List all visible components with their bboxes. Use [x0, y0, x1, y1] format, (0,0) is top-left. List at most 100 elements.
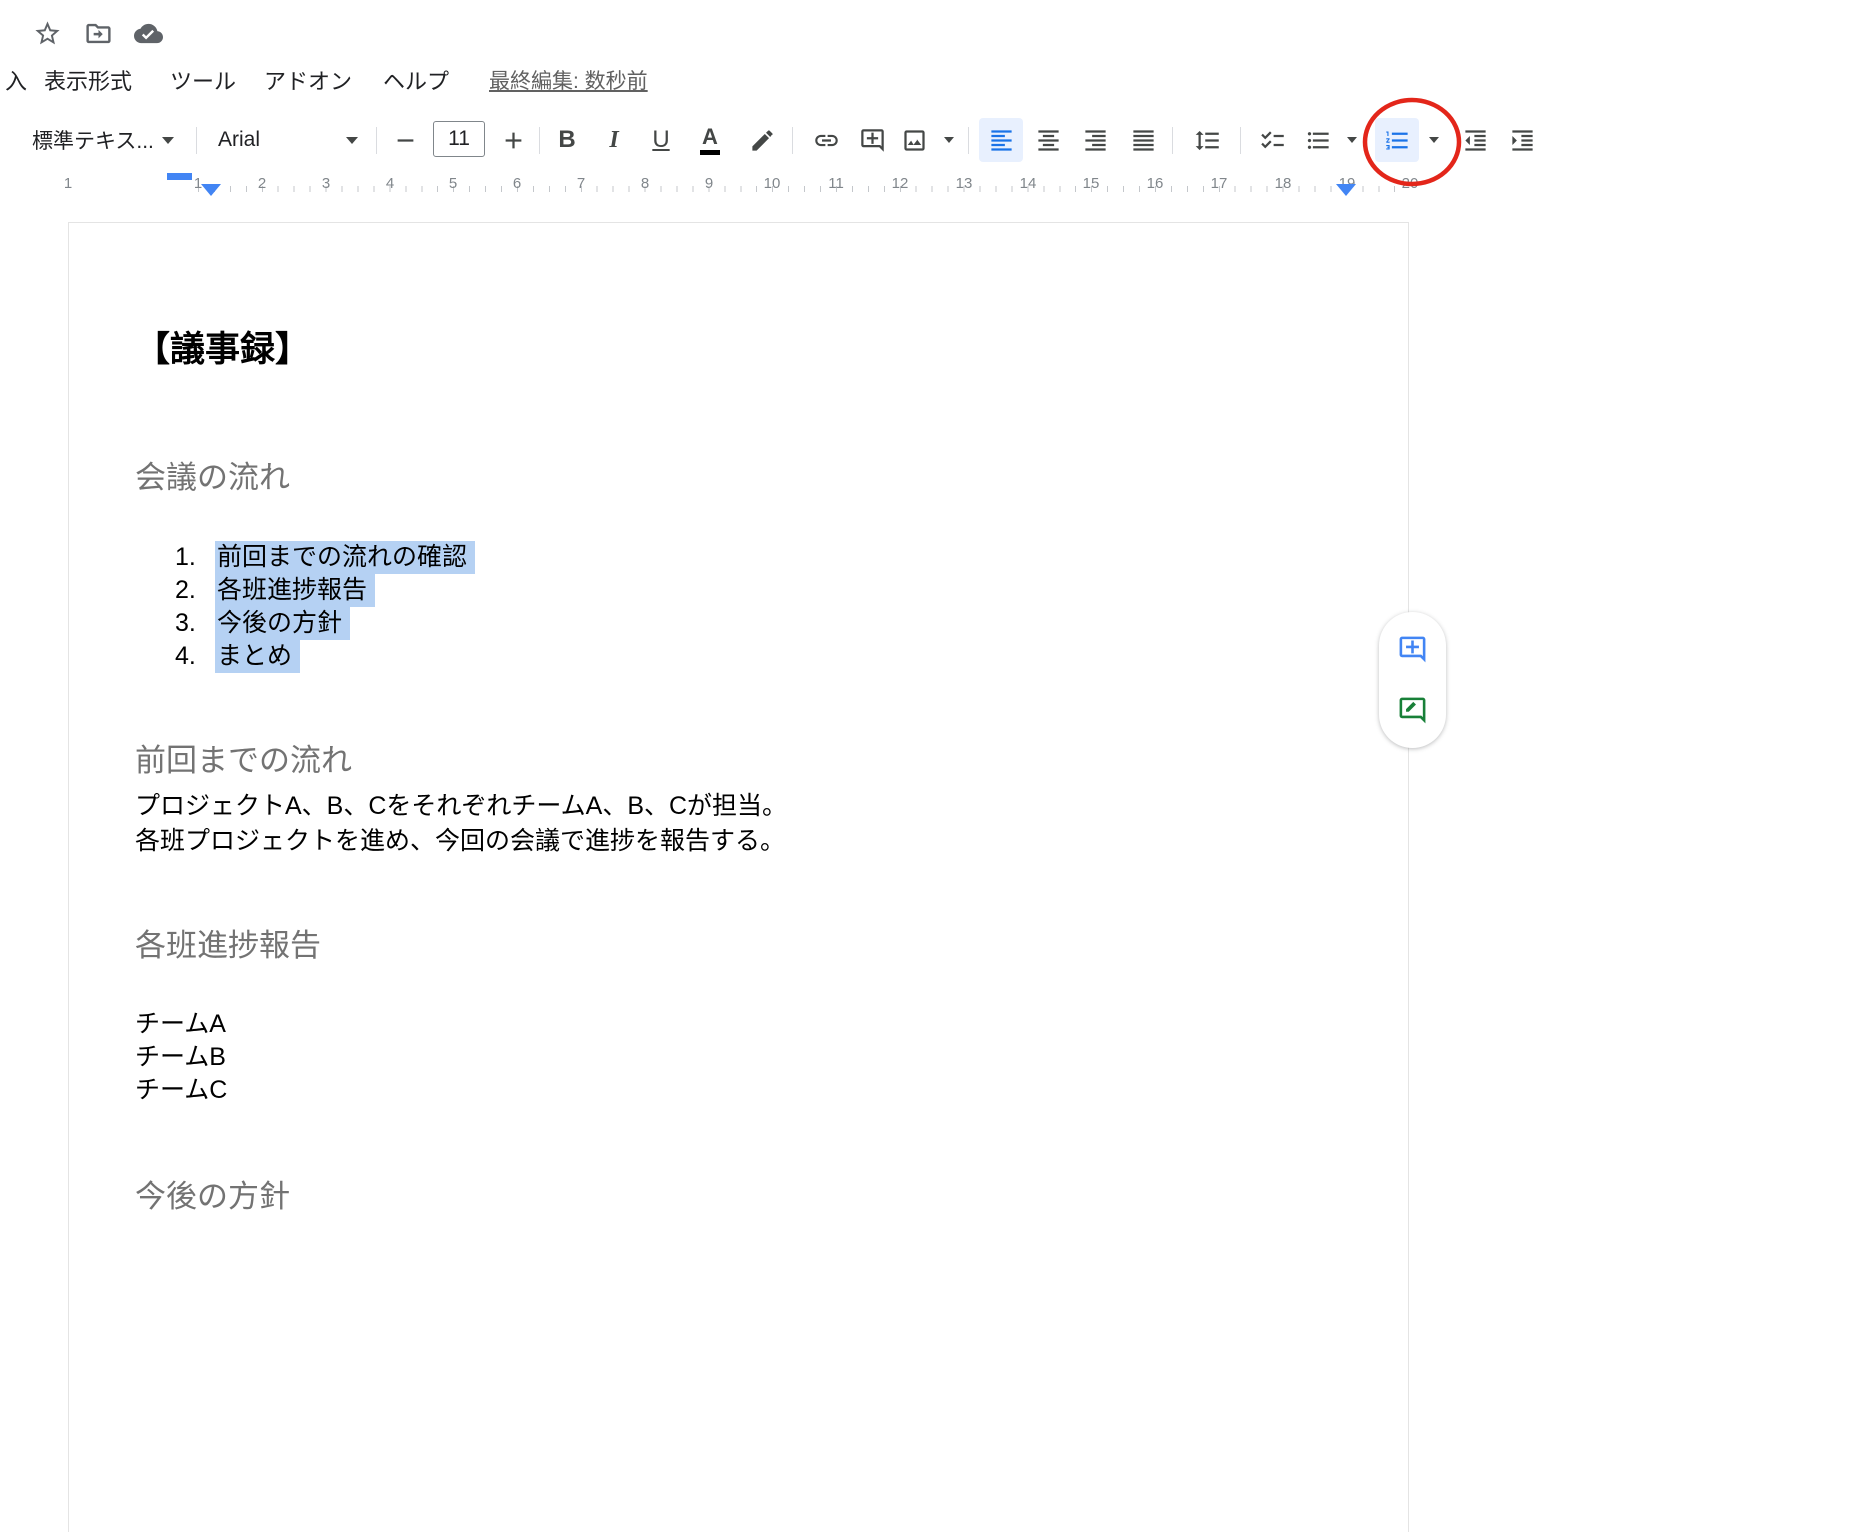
ruler-mark: 10 [764, 175, 781, 192]
insert-image-button[interactable] [892, 118, 936, 162]
align-left-button[interactable] [979, 118, 1023, 162]
toolbar-separator [539, 127, 540, 154]
first-line-indent-marker[interactable] [167, 173, 192, 180]
left-indent-marker[interactable] [201, 184, 221, 196]
text-color-button[interactable]: A [688, 118, 732, 162]
align-justify-button[interactable] [1121, 118, 1165, 162]
align-right-icon [1082, 127, 1109, 154]
line-spacing-icon [1194, 127, 1221, 154]
bold-icon: B [558, 126, 575, 154]
cloud-saved-icon[interactable] [131, 16, 165, 50]
align-center-icon [1035, 127, 1062, 154]
underline-button[interactable]: U [639, 118, 683, 162]
list-item[interactable]: 4. まとめ [135, 640, 1348, 673]
chevron-down-icon [346, 137, 358, 144]
bulleted-list-dropdown[interactable] [1341, 118, 1363, 162]
menu-item-insert-partial[interactable]: 入 [5, 66, 27, 98]
ruler-mark: 1 [64, 175, 72, 192]
line-spacing-button[interactable] [1185, 118, 1229, 162]
move-to-folder-icon[interactable] [81, 16, 115, 50]
underline-icon: U [652, 126, 669, 154]
heading-previous-flow[interactable]: 前回までの流れ [135, 741, 1348, 781]
ruler-mark: 17 [1211, 175, 1228, 192]
document-page[interactable]: 【議事録】 会議の流れ 1. 前回までの流れの確認 2. 各班進捗報告 3. 今… [68, 222, 1409, 1532]
menu-item-format[interactable]: 表示形式 [44, 66, 132, 98]
menu-item-addons[interactable]: アドオン [264, 66, 352, 98]
selected-text[interactable]: 各班進捗報告 [215, 574, 375, 607]
italic-button[interactable]: I [592, 118, 636, 162]
toolbar-separator [376, 127, 377, 154]
ruler-mark: 2 [258, 175, 266, 192]
toolbar-separator [196, 127, 197, 154]
doc-title[interactable]: 【議事録】 [135, 327, 1348, 373]
highlight-color-button[interactable] [740, 118, 784, 162]
highlighter-icon [749, 127, 776, 154]
selected-text[interactable]: 今後の方針 [215, 607, 350, 640]
italic-icon: I [609, 127, 618, 154]
increase-indent-button[interactable] [1500, 118, 1544, 162]
paragraph-style-value: 標準テキス... [32, 125, 152, 155]
minus-icon [392, 127, 419, 154]
team-line[interactable]: チームA [135, 1008, 1348, 1041]
menu-item-help[interactable]: ヘルプ [383, 66, 449, 98]
team-line[interactable]: チームB [135, 1041, 1348, 1074]
paragraph-style-dropdown[interactable]: 標準テキス... [20, 118, 186, 162]
add-comment-button[interactable] [1389, 625, 1437, 673]
list-item[interactable]: 2. 各班進捗報告 [135, 574, 1348, 607]
checklist-button[interactable] [1250, 118, 1294, 162]
ruler-mark: 20 [1402, 175, 1419, 192]
paragraph-line: プロジェクトA、B、CをそれぞれチームA、B、Cが担当。 [135, 792, 787, 820]
toolbar-separator [1172, 127, 1173, 154]
floating-actions [1379, 612, 1446, 748]
list-item[interactable]: 3. 今後の方針 [135, 607, 1348, 640]
toolbar-separator [792, 127, 793, 154]
toolbar-separator [968, 127, 969, 154]
add-comment-toolbar-button[interactable] [850, 118, 894, 162]
document-content: 【議事録】 会議の流れ 1. 前回までの流れの確認 2. 各班進捗報告 3. 今… [69, 327, 1408, 1217]
ruler-mark: 7 [577, 175, 585, 192]
align-right-button[interactable] [1073, 118, 1117, 162]
ruler-mark: 3 [322, 175, 330, 192]
numbered-list-button[interactable] [1375, 118, 1419, 162]
team-list[interactable]: チームA チームB チームC [135, 1008, 1348, 1107]
ruler-mark: 15 [1083, 175, 1100, 192]
font-dropdown[interactable]: Arial [206, 118, 370, 162]
selected-text[interactable]: まとめ [215, 640, 300, 673]
decrease-font-size-button[interactable] [383, 118, 427, 162]
ruler-ticks [198, 186, 1410, 192]
chevron-down-icon [1347, 137, 1357, 143]
list-item[interactable]: 1. 前回までの流れの確認 [135, 541, 1348, 574]
bold-button[interactable]: B [545, 118, 589, 162]
heading-agenda[interactable]: 会議の流れ [135, 458, 1348, 498]
increase-font-size-button[interactable] [491, 118, 535, 162]
align-center-button[interactable] [1026, 118, 1070, 162]
last-edit-link[interactable]: 最終編集: 数秒前 [489, 66, 648, 98]
list-number: 2. [175, 574, 215, 607]
checklist-icon [1259, 127, 1286, 154]
insert-image-dropdown[interactable] [938, 118, 960, 162]
numbered-list-dropdown[interactable] [1423, 118, 1445, 162]
menu-item-tools[interactable]: ツール [170, 66, 236, 98]
list-number: 4. [175, 640, 215, 673]
ruler-mark: 11 [828, 175, 844, 192]
insert-link-button[interactable] [804, 118, 848, 162]
ruler-mark: 8 [641, 175, 649, 192]
add-comment-icon [1397, 634, 1428, 665]
heading-future-policy[interactable]: 今後の方針 [135, 1177, 1348, 1217]
link-icon [813, 127, 840, 154]
suggest-edits-button[interactable] [1389, 687, 1437, 735]
ruler-mark: 18 [1275, 175, 1292, 192]
ruler[interactable]: 1 1 2 3 4 5 6 7 8 9 10 11 12 13 14 15 16… [0, 172, 1856, 198]
ruler-mark: 5 [449, 175, 457, 192]
align-left-icon [988, 127, 1015, 154]
bulleted-list-button[interactable] [1296, 118, 1340, 162]
star-icon[interactable] [30, 16, 64, 50]
heading-progress-report[interactable]: 各班進捗報告 [135, 926, 1348, 966]
paragraph-previous-flow[interactable]: プロジェクトA、B、CをそれぞれチームA、B、Cが担当。 各班プロジェクトを進め… [135, 789, 1348, 859]
team-line[interactable]: チームC [135, 1074, 1348, 1107]
list-number: 1. [175, 541, 215, 574]
selected-text[interactable]: 前回までの流れの確認 [215, 541, 475, 574]
decrease-indent-button[interactable] [1453, 118, 1497, 162]
font-size-input[interactable]: 11 [433, 121, 485, 157]
right-indent-marker[interactable] [1336, 184, 1356, 196]
